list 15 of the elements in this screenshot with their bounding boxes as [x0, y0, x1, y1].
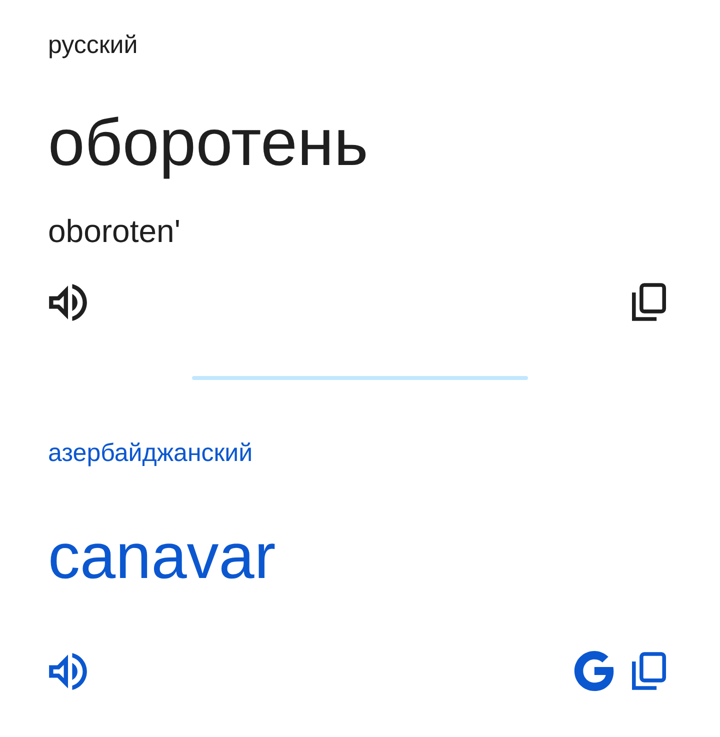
target-language-label: азербайджанский: [48, 438, 254, 468]
copy-button[interactable]: [629, 282, 669, 322]
copy-icon: [632, 652, 666, 690]
google-button[interactable]: [574, 651, 614, 691]
copy-icon: [632, 283, 666, 321]
translation-text: canavar: [48, 519, 277, 594]
listen-button[interactable]: [48, 282, 88, 322]
source-text: оборотень: [48, 104, 370, 180]
letter-g-icon: [574, 651, 614, 691]
listen-button[interactable]: [48, 651, 88, 691]
copy-button[interactable]: [629, 651, 669, 691]
speaker-icon: [49, 284, 87, 320]
speaker-icon: [49, 652, 87, 690]
source-language-label: русский: [48, 30, 139, 60]
transliteration-text: oboroten': [48, 212, 182, 251]
